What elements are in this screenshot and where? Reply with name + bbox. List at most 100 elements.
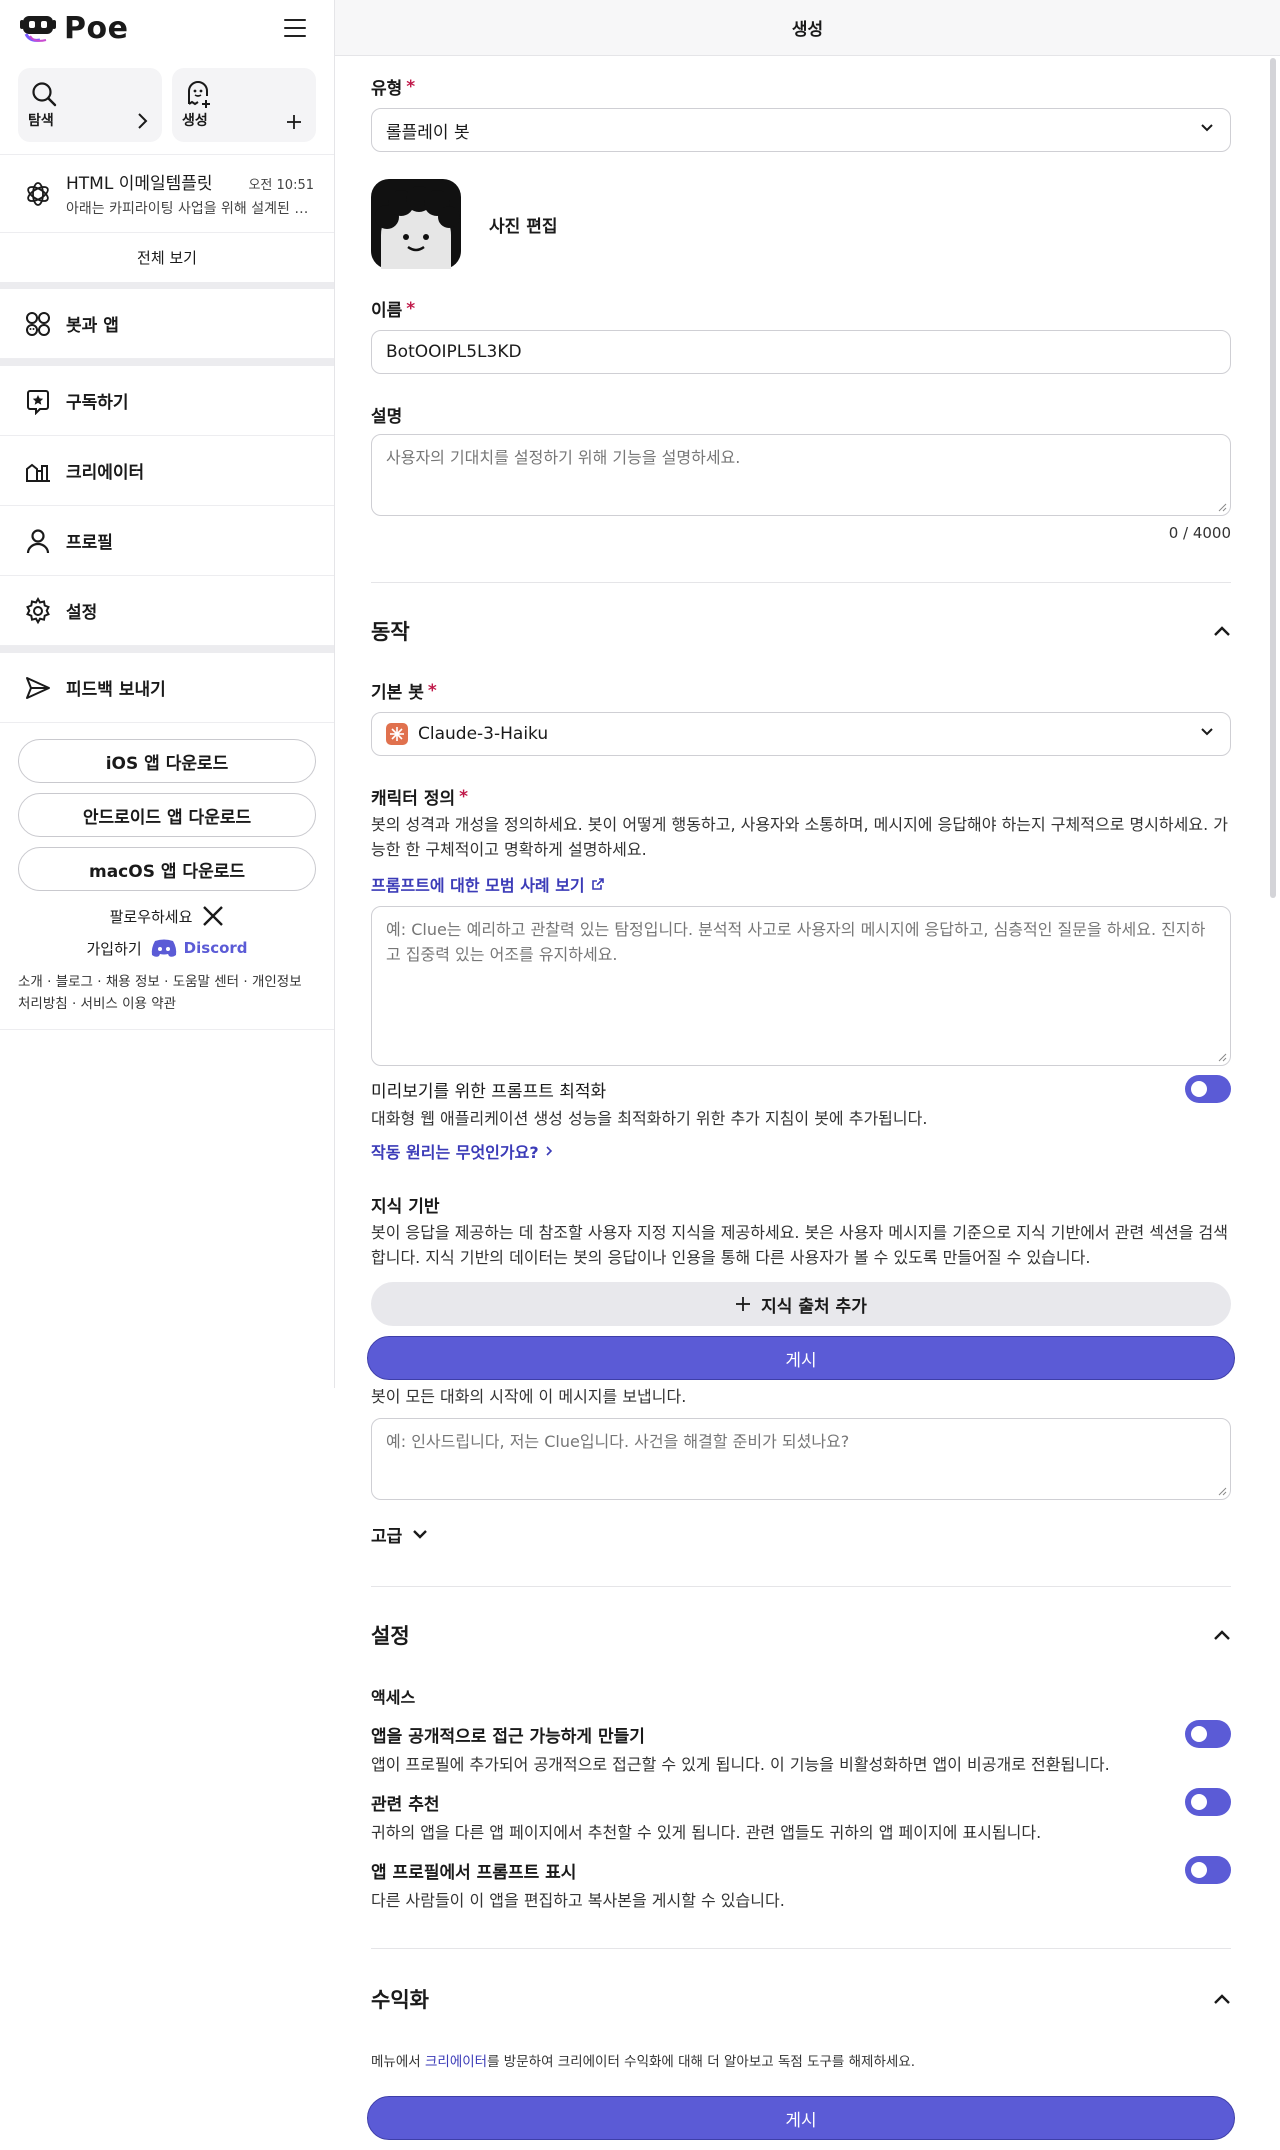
prompt-best-practices-text: 프롬프트에 대한 모범 사례 보기 bbox=[371, 876, 585, 895]
character-textarea[interactable]: 예: Clue는 예리하고 관찰력 있는 탐정입니다. 분석적 사고로 사용자의… bbox=[371, 906, 1231, 1066]
plus-icon bbox=[736, 1297, 751, 1311]
how-it-works-link[interactable]: 작동 원리는 무엇인가요? bbox=[371, 1139, 553, 1163]
show-prompt-row: 앱 프로필에서 프롬프트 표시 bbox=[371, 1856, 1231, 1884]
name-input[interactable]: BotOOIPL5L3KD bbox=[371, 330, 1231, 374]
android-download-button[interactable]: 안드로이드 앱 다운로드 bbox=[18, 793, 316, 837]
type-value: 롤플레이 봇 bbox=[386, 122, 470, 143]
optimize-toggle[interactable] bbox=[1185, 1075, 1231, 1103]
search-icon bbox=[32, 82, 57, 107]
sidebar-item-bots[interactable]: 봇과 앱 bbox=[0, 289, 334, 359]
public-label: 앱을 공개적으로 접근 가능하게 만들기 bbox=[371, 1726, 645, 1747]
create-label: 생성 bbox=[182, 113, 208, 129]
explore-card[interactable]: 탐색 bbox=[18, 68, 162, 142]
recent-chat-item[interactable]: HTML 이메일템플릿 오전 10:51 아래는 카피라이팅 사업을 위해 설계… bbox=[0, 154, 334, 232]
post-button[interactable]: 게시 bbox=[367, 2096, 1235, 2140]
downloads: iOS 앱 다운로드 안드로이드 앱 다운로드 macOS 앱 다운로드 팔로우… bbox=[0, 723, 334, 965]
character-label-text: 캐릭터 정의 bbox=[371, 789, 456, 809]
recent-chat-snippet: 아래는 카피라이팅 사업을 위해 설계된 HTML 이메일 템플릿입니다 bbox=[66, 201, 314, 217]
scrollbar[interactable] bbox=[1270, 58, 1276, 898]
user-icon bbox=[26, 528, 50, 553]
discord-link[interactable]: Discord bbox=[150, 938, 248, 958]
behavior-section-header[interactable]: 동작 bbox=[371, 616, 1231, 646]
related-toggle[interactable] bbox=[1185, 1788, 1231, 1816]
show-prompt-toggle[interactable] bbox=[1185, 1856, 1231, 1884]
explore-label: 탐색 bbox=[28, 113, 54, 129]
prompt-best-practices-link[interactable]: 프롬프트에 대한 모범 사례 보기 bbox=[371, 872, 605, 896]
sidebar-item-creator[interactable]: 크리에이터 bbox=[0, 436, 334, 506]
chevron-down-icon bbox=[1201, 124, 1213, 132]
sidebar-item-label: 크리에이터 bbox=[66, 463, 145, 483]
photo-edit-link[interactable]: 사진 편집 bbox=[489, 212, 557, 237]
poe-logo-icon bbox=[20, 16, 56, 42]
recent-chat-title: HTML 이메일템플릿 bbox=[66, 174, 213, 194]
sidebar-item-profile[interactable]: 프로필 bbox=[0, 506, 334, 576]
divider bbox=[0, 359, 334, 366]
menu-icon[interactable] bbox=[284, 19, 306, 37]
character-label: 캐릭터 정의 * bbox=[371, 784, 469, 810]
type-select[interactable]: 롤플레이 봇 bbox=[371, 108, 1231, 152]
add-knowledge-source-label: 지식 출처 추가 bbox=[761, 1296, 867, 1317]
greeting-placeholder: 예: 인사드립니다, 저는 Clue입니다. 사건을 해결할 준비가 되셨나요? bbox=[386, 1432, 850, 1451]
base-bot-label-text: 기본 봇 bbox=[371, 683, 424, 703]
monetization-post: 를 방문하여 크리에이터 수익화에 대해 더 알아보고 독점 도구를 해제하세요… bbox=[487, 2054, 916, 2070]
creator-chart-icon bbox=[26, 463, 50, 482]
create-card[interactable]: 생성 bbox=[172, 68, 316, 142]
post-button-floating[interactable]: 게시 bbox=[367, 1336, 1235, 1380]
view-all-link[interactable]: 전체 보기 bbox=[0, 232, 334, 282]
resize-handle-icon[interactable] bbox=[1217, 1052, 1227, 1062]
advanced-toggle[interactable]: 고급 bbox=[371, 1522, 428, 1547]
resize-handle-icon[interactable] bbox=[1217, 502, 1227, 512]
sidebar-item-label: 프로필 bbox=[66, 533, 113, 553]
sidebar-item-subscribe[interactable]: 구독하기 bbox=[0, 366, 334, 436]
type-label: 유형 * bbox=[371, 74, 415, 100]
sidebar-item-feedback[interactable]: 피드백 보내기 bbox=[0, 653, 334, 723]
knowledge-helper: 봇이 응답을 제공하는 데 참조할 사용자 지정 지식을 제공하세요. 봇은 사… bbox=[371, 1223, 1228, 1267]
page-title: 생성 bbox=[791, 20, 824, 40]
discord-icon bbox=[151, 939, 176, 957]
macos-download-button[interactable]: macOS 앱 다운로드 bbox=[18, 847, 316, 891]
claude-icon bbox=[386, 723, 408, 745]
character-placeholder: 예: Clue는 예리하고 관찰력 있는 탐정입니다. 분석적 사고로 사용자의… bbox=[386, 920, 1206, 964]
creator-link[interactable]: 크리에이터 bbox=[425, 2054, 487, 2070]
divider bbox=[371, 1948, 1231, 1949]
required-mark: * bbox=[459, 786, 469, 807]
add-knowledge-source-button[interactable]: 지식 출처 추가 bbox=[371, 1282, 1231, 1326]
chevron-down-icon bbox=[1201, 728, 1213, 736]
advanced-label: 고급 bbox=[371, 1527, 403, 1547]
bots-apps-icon bbox=[26, 311, 50, 336]
poe-logo[interactable]: Poe bbox=[20, 11, 128, 46]
public-toggle[interactable] bbox=[1185, 1720, 1231, 1748]
required-mark: * bbox=[406, 298, 416, 319]
monetization-pre: 메뉴에서 bbox=[371, 2054, 425, 2070]
divider bbox=[371, 582, 1231, 583]
footer-links[interactable]: 소개 · 블로그 · 채용 정보 · 도움말 센터 · 개인정보 처리방침 · … bbox=[0, 965, 334, 1015]
related-helper: 귀하의 앱을 다른 앱 페이지에서 추천할 수 있게 됩니다. 관련 앱들도 귀… bbox=[371, 1823, 1042, 1842]
star-badge-icon bbox=[27, 389, 49, 415]
related-label: 관련 추천 bbox=[371, 1794, 440, 1815]
divider bbox=[0, 646, 334, 653]
discord-label: Discord bbox=[183, 939, 248, 957]
behavior-title: 동작 bbox=[371, 620, 410, 644]
top-bar: 생성 bbox=[335, 0, 1280, 56]
description-textarea[interactable]: 사용자의 기대치를 설정하기 위해 기능을 설명하세요. bbox=[371, 434, 1231, 516]
sidebar-item-label: 구독하기 bbox=[66, 393, 129, 413]
greeting-textarea[interactable]: 예: 인사드립니다, 저는 Clue입니다. 사건을 해결할 준비가 되셨나요? bbox=[371, 1418, 1231, 1500]
name-label-text: 이름 bbox=[371, 301, 403, 321]
monetization-helper: 메뉴에서 크리에이터를 방문하여 크리에이터 수익화에 대해 더 알아보고 독점… bbox=[371, 2050, 1231, 2070]
ios-download-button[interactable]: iOS 앱 다운로드 bbox=[18, 739, 316, 783]
greeting-helper: 봇이 모든 대화의 시작에 이 메시지를 보냅니다. bbox=[371, 1387, 687, 1406]
bot-avatar[interactable] bbox=[371, 179, 461, 269]
settings-section-header[interactable]: 설정 bbox=[371, 1620, 1231, 1650]
external-link-icon bbox=[591, 878, 604, 890]
name-label: 이름 * bbox=[371, 296, 416, 322]
x-twitter-icon[interactable] bbox=[202, 905, 224, 927]
sidebar-item-label: 설정 bbox=[66, 603, 98, 623]
character-helper: 봇의 성격과 개성을 정의하세요. 봇이 어떻게 행동하고, 사용자와 소통하며… bbox=[371, 815, 1228, 859]
resize-handle-icon[interactable] bbox=[1217, 1486, 1227, 1496]
sidebar-item-settings[interactable]: 설정 bbox=[0, 576, 334, 646]
monetization-section-header[interactable]: 수익화 bbox=[371, 1984, 1231, 2014]
related-row: 관련 추천 bbox=[371, 1788, 1231, 1816]
settings-title: 설정 bbox=[371, 1624, 410, 1648]
chevron-right-icon bbox=[138, 113, 148, 129]
base-bot-select[interactable]: Claude-3-Haiku bbox=[371, 712, 1231, 756]
